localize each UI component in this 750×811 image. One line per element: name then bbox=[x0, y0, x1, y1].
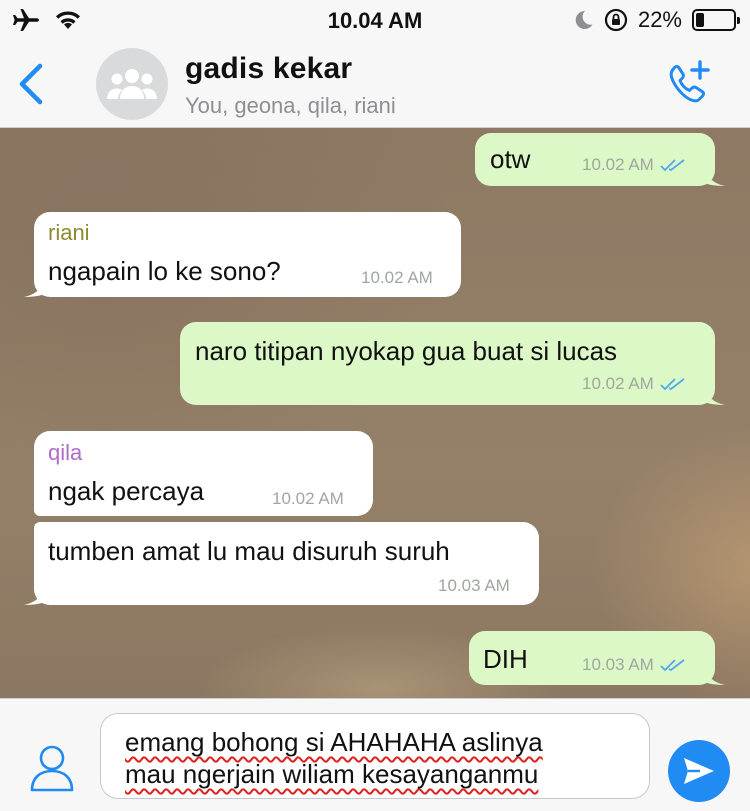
message-time: 10.02 AM bbox=[582, 155, 654, 174]
rotation-lock-icon bbox=[604, 8, 628, 32]
message-time: 10.03 AM bbox=[582, 655, 654, 674]
message-text: naro titipan nyokap gua buat si lucas bbox=[195, 336, 618, 366]
message-bubble-outgoing[interactable]: otw 10.02 AM bbox=[475, 133, 725, 186]
send-icon bbox=[684, 758, 714, 784]
status-right: 22% bbox=[572, 7, 740, 33]
composer-bar: emang bohong si AHAHAHA aslinya mau nger… bbox=[0, 698, 750, 811]
double-check-icon bbox=[660, 659, 685, 672]
group-icon bbox=[107, 69, 157, 99]
input-line-1: emang bohong si AHAHAHA aslinya bbox=[125, 726, 625, 758]
person-icon[interactable] bbox=[28, 743, 76, 793]
send-button[interactable] bbox=[668, 740, 730, 802]
input-line-2-text: mau ngerjain wiliam kesayanganmu bbox=[125, 759, 539, 789]
double-check-icon bbox=[660, 159, 685, 172]
chevron-left-icon[interactable] bbox=[14, 62, 48, 106]
message-bubble-incoming[interactable]: tumben amat lu mau disuruh suruh 10.03 A… bbox=[24, 522, 539, 605]
message-time: 10.02 AM bbox=[361, 268, 433, 287]
bubble-tail bbox=[703, 387, 725, 405]
battery-percent: 22% bbox=[637, 7, 682, 32]
chat-members[interactable]: You, geona, qila, riani bbox=[185, 93, 396, 119]
message-meta: 10.03 AM bbox=[582, 655, 686, 675]
bubble-tail bbox=[703, 168, 725, 186]
status-bar: 10.04 AM 22% bbox=[0, 0, 750, 40]
sender-name[interactable]: qila bbox=[48, 440, 82, 466]
message-text: otw bbox=[490, 144, 531, 174]
double-check-icon bbox=[660, 378, 685, 391]
bubble-tail bbox=[24, 587, 46, 605]
message-meta: 10.02 AM bbox=[582, 155, 686, 175]
group-avatar[interactable] bbox=[96, 48, 168, 120]
input-line-1-text: emang bohong si AHAHAHA aslinya bbox=[125, 727, 543, 757]
chat-area[interactable]: otw 10.02 AM riani ngapain lo ke sono? 1… bbox=[0, 128, 750, 698]
message-bubble-incoming[interactable]: qila ngak percaya 10.02 AM bbox=[34, 431, 373, 516]
sender-name[interactable]: riani bbox=[48, 220, 90, 246]
bubble-tail bbox=[703, 667, 725, 685]
chat-header: gadis kekar You, geona, qila, riani bbox=[0, 40, 750, 128]
message-text: DIH bbox=[483, 644, 528, 674]
message-bubble-incoming[interactable]: riani ngapain lo ke sono? 10.02 AM bbox=[24, 212, 461, 297]
message-time: 10.03 AM bbox=[438, 576, 510, 595]
message-bubble-outgoing[interactable]: DIH 10.03 AM bbox=[469, 631, 725, 685]
input-line-2: mau ngerjain wiliam kesayanganmu bbox=[125, 758, 625, 790]
add-call-icon[interactable] bbox=[664, 60, 712, 108]
chat-title[interactable]: gadis kekar bbox=[185, 52, 352, 86]
message-time: 10.02 AM bbox=[582, 374, 654, 393]
message-input[interactable]: emang bohong si AHAHAHA aslinya mau nger… bbox=[100, 713, 650, 799]
message-bubble-outgoing[interactable]: naro titipan nyokap gua buat si lucas 10… bbox=[180, 322, 725, 405]
moon-icon bbox=[575, 10, 593, 29]
battery-icon bbox=[692, 9, 740, 31]
message-text: tumben amat lu mau disuruh suruh bbox=[48, 536, 450, 566]
message-time: 10.02 AM bbox=[272, 489, 344, 508]
bubble-tail bbox=[24, 279, 46, 297]
message-text: ngak percaya bbox=[48, 476, 205, 506]
message-text: ngapain lo ke sono? bbox=[48, 256, 281, 286]
battery-fill bbox=[696, 13, 704, 27]
message-meta: 10.02 AM bbox=[582, 374, 686, 394]
